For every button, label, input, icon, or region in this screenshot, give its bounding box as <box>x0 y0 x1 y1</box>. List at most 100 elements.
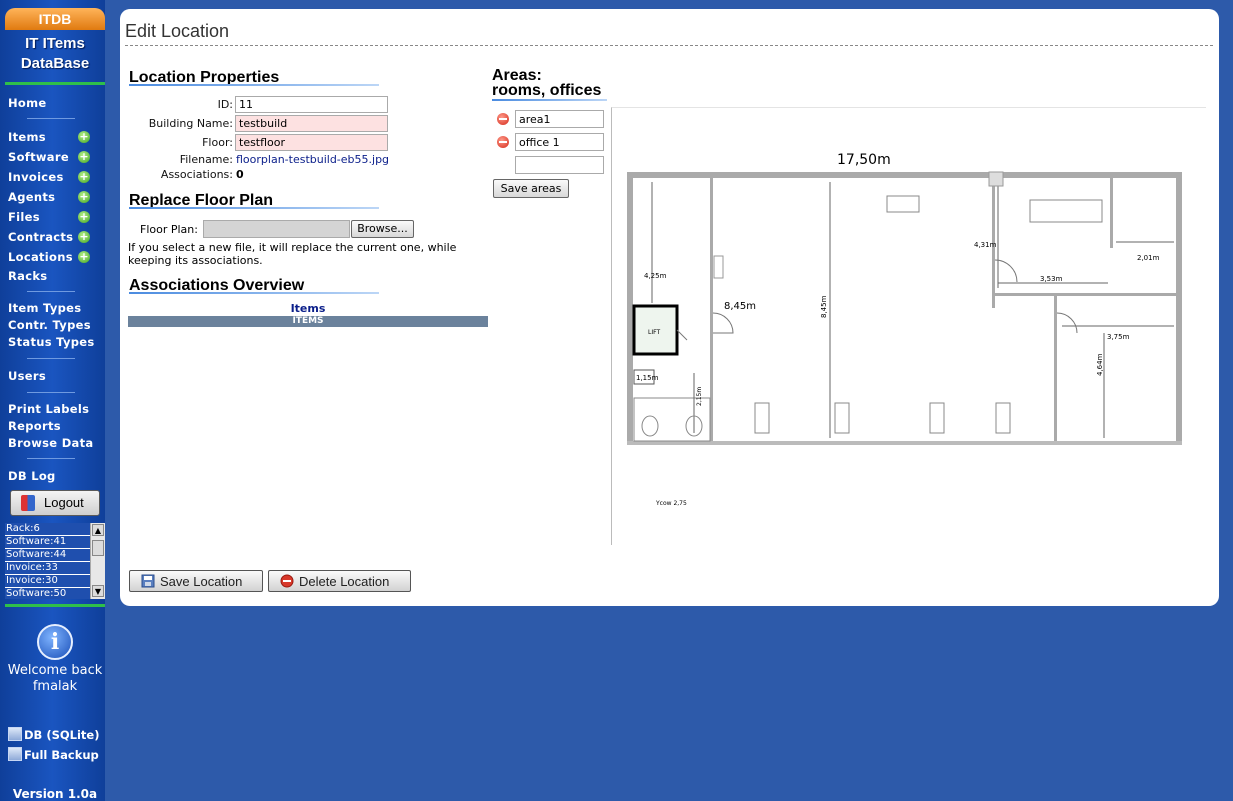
divider <box>27 392 75 393</box>
nav-files[interactable]: Files <box>8 210 40 224</box>
replace-note: If you select a new file, it will replac… <box>128 241 457 267</box>
heading-underline <box>129 84 379 86</box>
areas-heading-line1: Areas: <box>492 67 542 84</box>
main-panel: Edit Location Location Properties ID: Bu… <box>120 9 1219 606</box>
areas-heading: Areas: rooms, offices <box>492 67 602 99</box>
nav-agents[interactable]: Agents <box>8 190 55 204</box>
db-label: DB (SQLite) <box>24 728 100 742</box>
building-name-label: Building Name: <box>148 117 233 130</box>
scroll-up-icon[interactable]: ▲ <box>92 524 104 536</box>
remove-area-icon[interactable] <box>497 113 509 125</box>
nav-item-types[interactable]: Item Types <box>8 301 81 315</box>
plan-width-label: 17,50m <box>837 152 891 168</box>
db-link[interactable]: DB (SQLite) <box>8 727 99 742</box>
scroll-down-icon[interactable]: ▼ <box>92 585 104 597</box>
save-location-label: Save Location <box>160 574 243 589</box>
floor-plan-drawing: 17,50m 8,45m 8,45m 4,25m 4,31m 3,53m 2,0… <box>627 152 1182 507</box>
nav-invoices[interactable]: Invoices <box>8 170 64 184</box>
logout-button[interactable]: Logout <box>10 490 100 516</box>
plan-dim-label: 3,75m <box>1107 333 1130 341</box>
nav-print-labels[interactable]: Print Labels <box>8 402 89 416</box>
remove-area-icon[interactable] <box>497 136 509 148</box>
nav-browse-data[interactable]: Browse Data <box>8 436 93 450</box>
plan-dim-label: 4,31m <box>974 241 997 249</box>
browse-button[interactable]: Browse... <box>351 220 414 238</box>
items-table-title: Items <box>290 302 326 315</box>
plan-dim-label: 8,45m <box>724 301 756 312</box>
floor-plan-image[interactable]: 17,50m 8,45m 8,45m 4,25m 4,31m 3,53m 2,0… <box>611 107 1206 545</box>
nav-items[interactable]: Items <box>8 130 46 144</box>
file-path-field[interactable] <box>203 220 350 238</box>
nav-racks[interactable]: Racks <box>8 269 47 283</box>
area-field[interactable] <box>515 133 604 151</box>
history-item[interactable]: Software:44 <box>5 549 90 561</box>
divider <box>27 458 75 459</box>
nav-db-log[interactable]: DB Log <box>8 469 56 483</box>
plan-dim-label: 8,45m <box>820 295 828 318</box>
plan-dim-label: 2,15m <box>696 387 703 406</box>
backup-link[interactable]: Full Backup <box>8 747 99 762</box>
items-table-header: ITEMS <box>128 316 488 327</box>
history-item[interactable]: Software:41 <box>5 536 90 548</box>
save-icon <box>141 574 155 588</box>
history-item[interactable]: Invoice:33 <box>5 562 90 574</box>
delete-location-button[interactable]: Delete Location <box>268 570 411 592</box>
divider <box>5 82 105 85</box>
history-item[interactable]: Invoice:30 <box>5 575 90 587</box>
history-scrollbar[interactable]: ▲ ▼ <box>90 523 105 599</box>
scroll-thumb[interactable] <box>92 540 104 556</box>
delete-icon <box>280 574 294 588</box>
id-field[interactable] <box>235 96 388 113</box>
id-label: ID: <box>217 98 233 111</box>
add-contract-icon[interactable]: + <box>78 231 90 243</box>
logout-icon <box>21 495 35 511</box>
brand-tab: ITDB <box>5 8 105 30</box>
backup-label: Full Backup <box>24 748 99 762</box>
plan-note: Ycow 2,75 <box>655 500 687 507</box>
associations-count: 0 <box>236 168 244 181</box>
building-name-field[interactable] <box>235 115 388 132</box>
nav-locations[interactable]: Locations <box>8 250 73 264</box>
save-location-button[interactable]: Save Location <box>129 570 263 592</box>
floor-field[interactable] <box>235 134 388 151</box>
divider <box>27 118 75 119</box>
history-item[interactable]: Software:50 <box>5 588 90 599</box>
add-software-icon[interactable]: + <box>78 151 90 163</box>
areas-heading-line2: rooms, offices <box>492 82 602 99</box>
nav-status-types[interactable]: Status Types <box>8 335 95 349</box>
nav-contract-types[interactable]: Contr. Types <box>8 318 91 332</box>
divider <box>27 358 75 359</box>
delete-location-label: Delete Location <box>299 574 390 589</box>
nav-software[interactable]: Software <box>8 150 69 164</box>
add-file-icon[interactable]: + <box>78 211 90 223</box>
plan-dim-label: 4,64m <box>1096 353 1104 376</box>
filename-link[interactable]: floorplan-testbuild-eb55.jpg <box>236 153 389 166</box>
heading-underline <box>129 292 379 294</box>
nav-users[interactable]: Users <box>8 369 46 383</box>
associations-label: Associations: <box>160 168 233 181</box>
add-item-icon[interactable]: + <box>78 131 90 143</box>
divider <box>27 291 75 292</box>
plan-dim-label: 1,15m <box>636 374 659 382</box>
heading-underline <box>492 99 607 101</box>
welcome-text: Welcome back fmalak <box>7 663 103 694</box>
history-item[interactable]: Rack:6 <box>5 523 90 535</box>
heading-underline <box>129 207 379 209</box>
add-agent-icon[interactable]: + <box>78 191 90 203</box>
nav-contracts[interactable]: Contracts <box>8 230 73 244</box>
floor-label: Floor: <box>202 136 233 149</box>
database-icon <box>8 727 22 741</box>
nav-home[interactable]: Home <box>8 96 47 110</box>
area-field[interactable] <box>515 110 604 128</box>
history-list[interactable]: Rack:6 Software:41 Software:44 Invoice:3… <box>5 523 105 599</box>
save-areas-button[interactable]: Save areas <box>493 179 569 198</box>
filename-label: Filename: <box>179 153 233 166</box>
add-invoice-icon[interactable]: + <box>78 171 90 183</box>
divider <box>5 604 105 607</box>
nav-reports[interactable]: Reports <box>8 419 61 433</box>
version-text: Version 1.0a <box>12 787 98 801</box>
floor-plan-label: Floor Plan: <box>140 223 198 236</box>
lift-label: LIFT <box>648 329 660 336</box>
add-location-icon[interactable]: + <box>78 251 90 263</box>
new-area-field[interactable] <box>515 156 604 174</box>
